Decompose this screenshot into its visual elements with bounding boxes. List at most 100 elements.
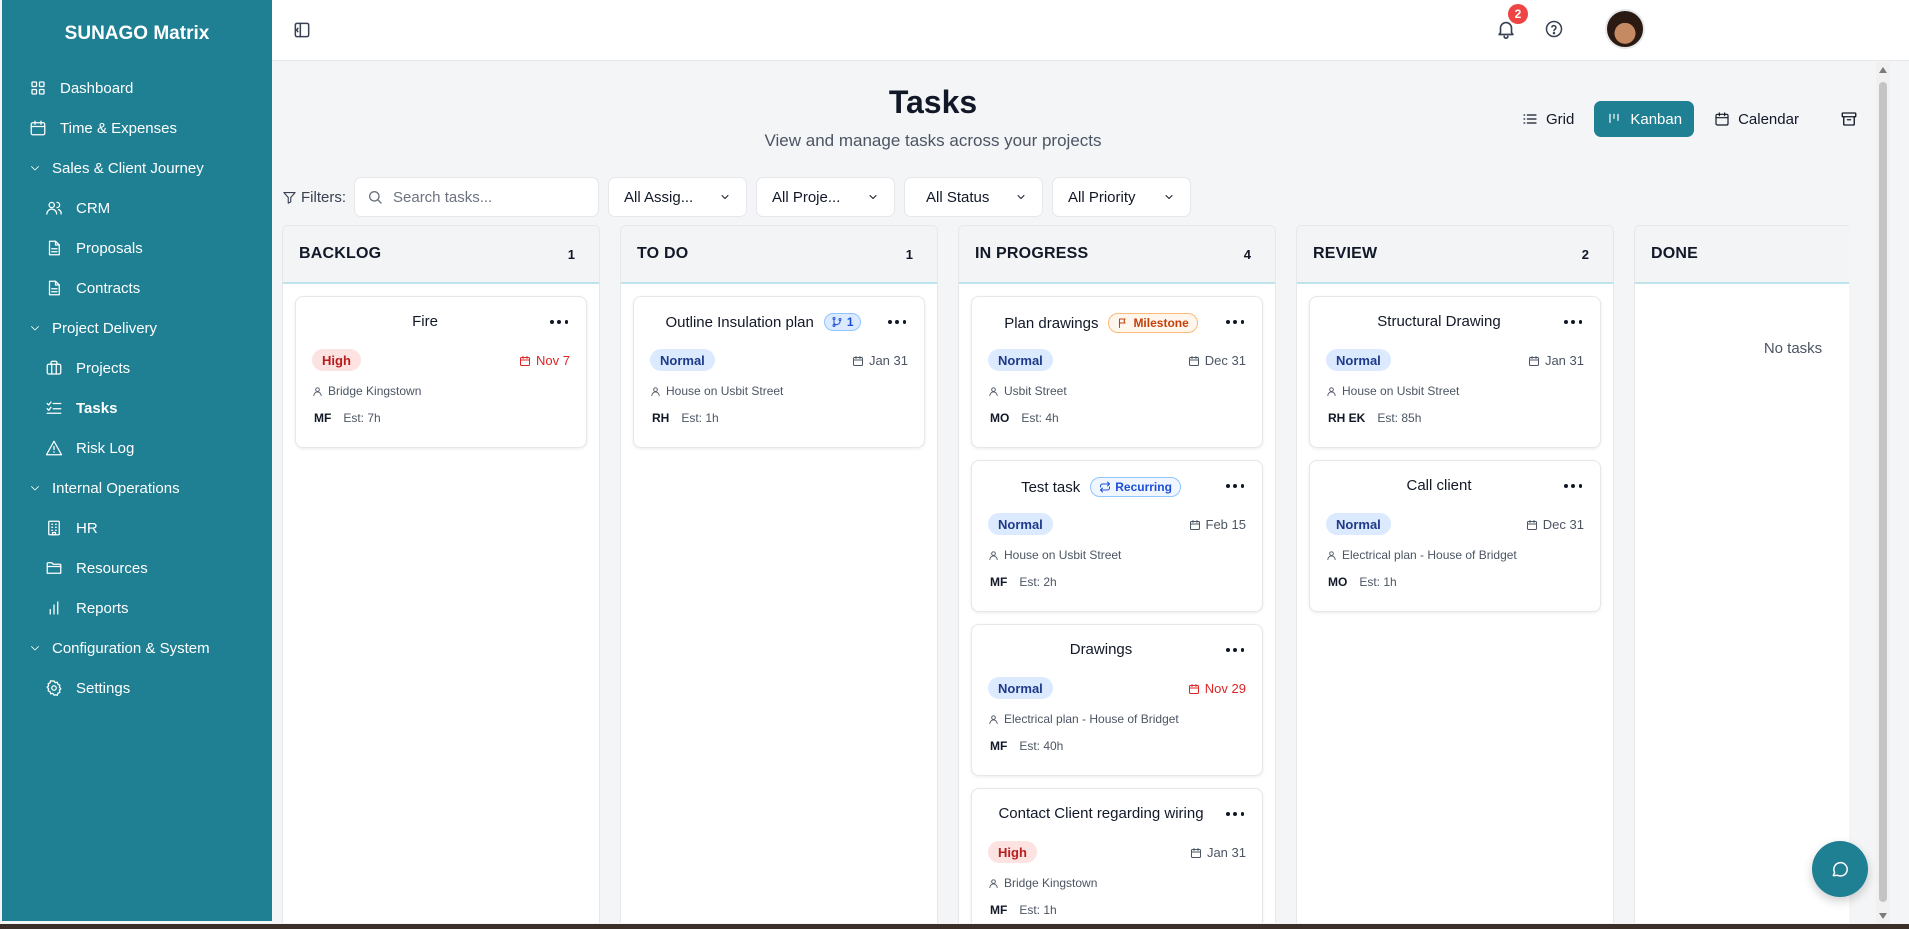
subtask-branch-icon: [832, 317, 842, 327]
archive-button[interactable]: [1831, 101, 1867, 137]
chevron-down-icon: [721, 195, 729, 199]
assignee-initials: RH EK: [1328, 411, 1366, 425]
sidebar-item-crm[interactable]: CRM: [2, 188, 272, 228]
sidebar-item-label: Project Delivery: [52, 319, 158, 337]
scroll-thumb[interactable]: [1879, 82, 1887, 902]
project-filter-value: All Proje...: [772, 188, 841, 206]
filter-icon: [283, 191, 296, 204]
bar-chart-icon: [44, 598, 64, 618]
kanban-column-done: DONE No tasks: [1634, 225, 1849, 923]
task-card[interactable]: Plan drawings Milestone Normal Dec 31 Usbit …: [971, 296, 1263, 448]
task-card[interactable]: Call client Normal Dec 31 Electrical plan -…: [1309, 460, 1601, 612]
sidebar-item-label: Reports: [76, 599, 129, 617]
task-title-row: Fire: [316, 313, 534, 330]
task-card[interactable]: Outline Insulation plan 1 Normal Jan 31 Hous…: [633, 296, 925, 448]
more-options-icon[interactable]: [1564, 315, 1582, 329]
due-date-text: Jan 31: [868, 353, 908, 368]
task-title-row: Plan drawings Milestone: [992, 313, 1210, 333]
calendar-icon: [852, 355, 863, 366]
help-icon[interactable]: [1544, 19, 1564, 39]
sidebar-item-resources[interactable]: Resources: [2, 548, 272, 588]
sidebar-item-proposals[interactable]: Proposals: [2, 228, 272, 268]
archive-icon: [1841, 112, 1857, 126]
sidebar-section-sales-and-client-journey[interactable]: Sales & Client Journey: [2, 148, 272, 188]
view-switcher: Grid Kanban Calendar: [1510, 101, 1867, 137]
scroll-down-arrow[interactable]: [1879, 913, 1887, 919]
more-options-icon[interactable]: [1226, 807, 1244, 821]
chevron-down-icon: [28, 478, 42, 498]
task-estimate: Est: 1h: [1019, 903, 1057, 917]
list-check-icon: [44, 398, 64, 418]
more-options-icon[interactable]: [888, 315, 906, 329]
task-estimate: Est: 40h: [1019, 739, 1064, 753]
user-icon: [313, 386, 322, 396]
priority-filter-select[interactable]: All Priority: [1052, 177, 1191, 217]
task-project-text: House on Usbit Street: [1342, 384, 1460, 398]
sidebar-item-label: Internal Operations: [52, 479, 180, 497]
task-meta: MF Est: 1h: [990, 903, 1057, 917]
task-estimate: Est: 2h: [1019, 575, 1057, 589]
task-meta: MO Est: 4h: [990, 411, 1059, 425]
more-options-icon[interactable]: [550, 315, 568, 329]
status-filter-select[interactable]: All Status: [904, 177, 1043, 217]
column-title: DONE: [1651, 245, 1699, 262]
due-date-text: Jan 31: [1544, 353, 1584, 368]
chat-button[interactable]: [1812, 841, 1868, 897]
due-date: Jan 31: [1190, 845, 1246, 860]
sidebar-item-time-and-expenses[interactable]: Time & Expenses: [2, 108, 272, 148]
scroll-up-arrow[interactable]: [1879, 67, 1887, 73]
sidebar-item-tasks[interactable]: Tasks: [2, 388, 272, 428]
file-icon: [44, 238, 64, 258]
column-header: BACKLOG 1: [283, 226, 599, 284]
avatar[interactable]: [1605, 9, 1645, 49]
sidebar-item-dashboard[interactable]: Dashboard: [2, 68, 272, 108]
search-input[interactable]: [393, 188, 583, 206]
task-card[interactable]: Structural Drawing Normal Jan 31 House on U…: [1309, 296, 1601, 448]
page-scrollbar[interactable]: [1876, 62, 1890, 924]
more-options-icon[interactable]: [1226, 479, 1244, 493]
gear-icon: [44, 678, 64, 698]
sidebar-item-reports[interactable]: Reports: [2, 588, 272, 628]
project-filter-select[interactable]: All Proje...: [756, 177, 895, 217]
column-body: Plan drawings Milestone Normal Dec 31 Usbit …: [959, 284, 1275, 923]
assignee-filter-select[interactable]: All Assig...: [608, 177, 747, 217]
column-body: Fire High Nov 7 Bridge Kingstown MF Est: 7h: [283, 284, 599, 472]
calendar-icon: [1715, 112, 1729, 126]
task-title-row: Test task Recurring: [992, 477, 1210, 497]
priority-badge: Normal: [650, 349, 715, 371]
task-project: Bridge Kingstown: [312, 384, 421, 398]
sidebar-item-settings[interactable]: Settings: [2, 668, 272, 708]
assignee-initials: MF: [314, 411, 332, 425]
sidebar-section-configuration-and-system[interactable]: Configuration & System: [2, 628, 272, 668]
calendar-icon: [1190, 847, 1201, 858]
assignee-initials: RH: [652, 411, 670, 425]
task-card[interactable]: Drawings Normal Nov 29 Electrical plan - Ho…: [971, 624, 1263, 776]
search-box[interactable]: [354, 177, 599, 217]
users-icon: [44, 198, 64, 218]
task-card[interactable]: Contact Client regarding wiring High Jan 3…: [971, 788, 1263, 923]
task-card[interactable]: Test task Recurring Normal Feb 15 House on U…: [971, 460, 1263, 612]
sidebar-section-internal-operations[interactable]: Internal Operations: [2, 468, 272, 508]
due-date: Feb 15: [1189, 517, 1246, 532]
column-count: 1: [905, 246, 913, 262]
task-card[interactable]: Fire High Nov 7 Bridge Kingstown MF Est: 7h: [295, 296, 587, 448]
grid-view-button[interactable]: Grid: [1510, 101, 1586, 137]
file-icon: [44, 278, 64, 298]
more-options-icon[interactable]: [1226, 315, 1244, 329]
calendar-view-button[interactable]: Calendar: [1702, 101, 1811, 137]
sidebar-item-projects[interactable]: Projects: [2, 348, 272, 388]
more-options-icon[interactable]: [1226, 643, 1244, 657]
sidebar-item-label: Risk Log: [76, 439, 135, 457]
sidebar-item-risk-log[interactable]: Risk Log: [2, 428, 272, 468]
sidebar-item-contracts[interactable]: Contracts: [2, 268, 272, 308]
sidebar-toggle-icon[interactable]: [292, 20, 312, 40]
sidebar-item-label: Sales & Client Journey: [52, 159, 204, 177]
calendar-icon: [1528, 355, 1539, 366]
more-options-icon[interactable]: [1564, 479, 1582, 493]
sidebar-item-hr[interactable]: HR: [2, 508, 272, 548]
brand-name[interactable]: SUNAGO Matrix: [2, 0, 272, 68]
kanban-view-button[interactable]: Kanban: [1594, 101, 1695, 137]
task-title-row: Outline Insulation plan 1: [654, 313, 872, 331]
sidebar-section-project-delivery[interactable]: Project Delivery: [2, 308, 272, 348]
calendar-icon: [28, 118, 48, 138]
